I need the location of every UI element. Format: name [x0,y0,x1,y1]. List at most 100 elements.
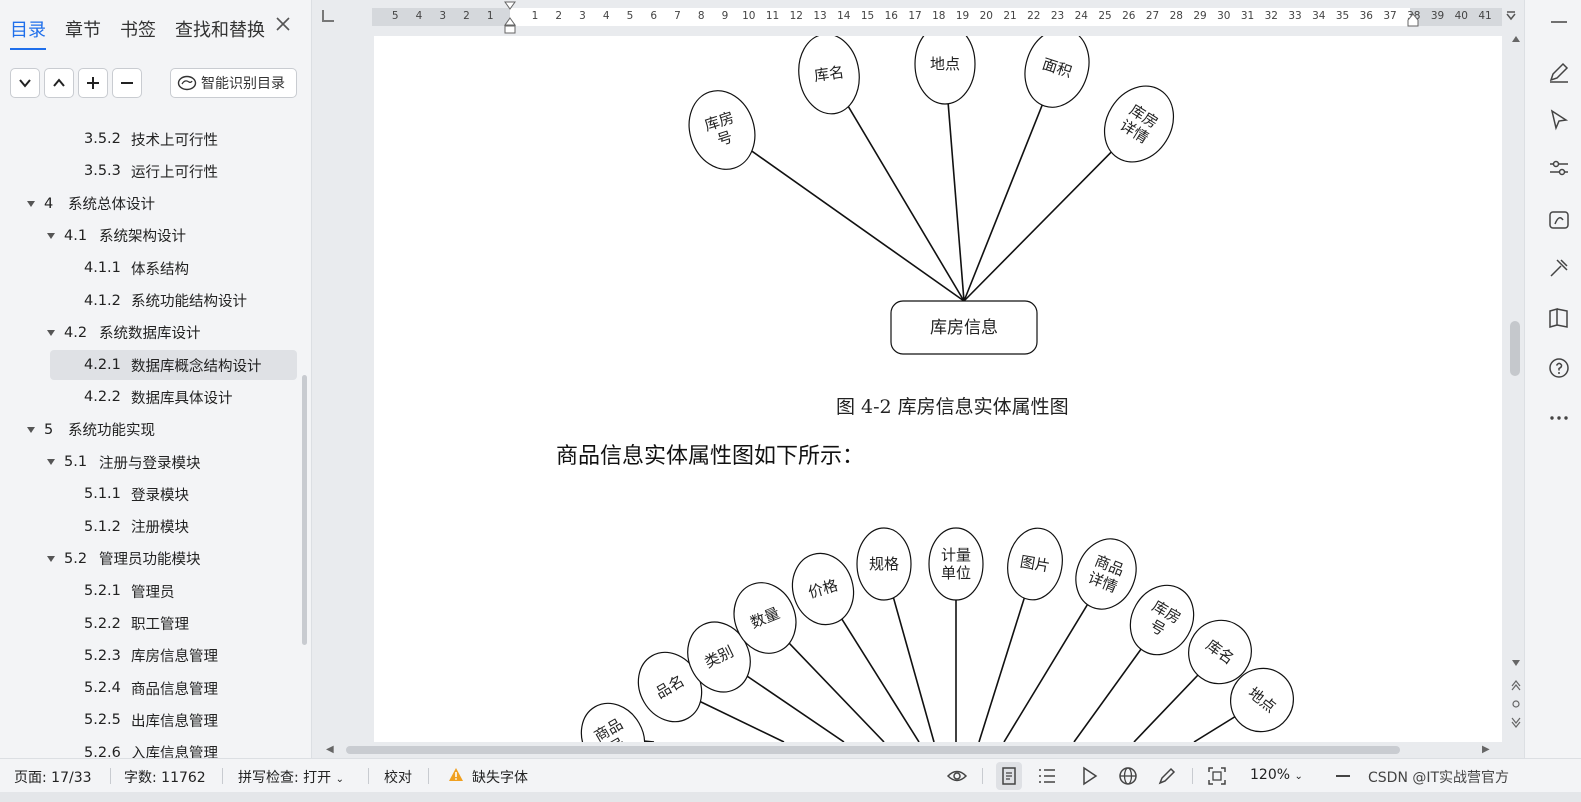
book-read-icon[interactable] [1547,306,1571,330]
toc-item[interactable]: 5.2 管理员功能模块 [0,544,300,574]
ruler-number: 14 [837,10,851,22]
smart-toc-button[interactable]: 智能识别目录 [170,68,297,98]
ruler-number: 11 [765,10,780,22]
close-icon[interactable] [272,16,294,38]
relation-line [828,73,965,302]
expand-arrow-icon[interactable] [26,199,36,209]
ruler-number: 29 [1193,10,1207,22]
proofread-button[interactable]: 校对 [384,767,412,787]
minimize-icon[interactable] [1547,10,1571,34]
tab-bookmarks[interactable]: 书签 [120,16,156,42]
toc-item[interactable]: 5.1.1 登录模块 [0,479,300,509]
scroll-right-icon[interactable]: ▶ [1482,744,1490,755]
toc-item[interactable]: 4.1 系统架构设计 [0,221,300,251]
adjust-sliders-icon[interactable] [1547,156,1571,180]
document-page[interactable]: 库房号库名 地点 面积 库房 详情 库房信息 图 4-2 库房信息实体属性图 商品信息实体… [374,36,1502,742]
toc-item[interactable]: 5.1 注册与登录模块 [0,447,300,477]
horizontal-ruler[interactable]: 5 4 3 2 1 1 2 3 4 5 6 7 8 9 10 11 12 13 14 15 16 17 18 19 20 21 22… [372,8,1502,26]
attribute-label: 计量 [941,546,971,564]
tab-find-replace[interactable]: 查找和替换 [175,16,265,42]
horizontal-scrollbar[interactable]: ◀ ▶ [312,742,1524,758]
toc-item[interactable]: 3.5.3 运行上可行性 [0,156,300,186]
tools-icon[interactable] [1547,256,1571,280]
ruler-number: 21 [1003,10,1017,22]
pen-icon[interactable] [1547,60,1571,84]
toc-item[interactable]: 4.2 系统数据库设计 [0,318,300,348]
toc-item[interactable]: 5.2.4 商品信息管理 [0,673,300,703]
expand-arrow-icon[interactable] [46,231,56,241]
expand-arrow-icon[interactable] [26,425,36,435]
toc-item[interactable]: 4.2.1 数据库概念结构设计 [50,350,297,381]
toc-item[interactable]: 4 系统总体设计 [0,189,300,219]
toc-item[interactable]: 4.1.1 体系结构 [0,253,300,283]
indent-marker-icon[interactable] [502,0,518,36]
ruler-toggle-icon[interactable] [1504,10,1518,24]
zoom-value: 120% [1250,767,1291,783]
chevron-up-icon [53,78,65,87]
attribute-ellipse: 地点 [914,36,976,105]
toc-item-label: 登录模块 [131,487,189,504]
select-pointer-icon[interactable] [1547,108,1571,132]
zoom-out-icon[interactable] [1332,765,1354,787]
ruler-bar: 5 4 3 2 1 1 2 3 4 5 6 7 8 9 10 11 12 13 14 15 16 17 18 19 20 21 22… [312,0,1524,36]
spell-check-toggle[interactable]: 拼写检查: 打开 ⌄ [238,767,344,787]
toc-item[interactable]: 5.2.5 出库信息管理 [0,705,300,735]
tab-stop-selector[interactable] [322,10,334,22]
more-icon[interactable] [1547,406,1571,430]
tab-sections[interactable]: 章节 [65,16,101,42]
scroll-left-icon[interactable]: ◀ [326,744,334,755]
ruler-number: 4 [602,10,610,22]
toc-item[interactable]: 5.2.2 职工管理 [0,609,300,639]
expand-arrow-icon[interactable] [46,457,56,467]
right-indent-marker-icon[interactable] [1406,12,1420,28]
style-icon[interactable] [1547,208,1571,232]
document-area[interactable]: 库房号库名 地点 面积 库房 详情 库房信息 图 4-2 库房信息实体属性图 商品信息实体… [312,36,1524,742]
taskbar-strip [0,792,1581,802]
web-view-icon[interactable] [1117,765,1139,787]
nav-tabs: 目录 章节 书签 查找和替换 [0,0,312,60]
outline-view-icon[interactable] [1036,765,1058,787]
toc-item[interactable]: 5.1.2 注册模块 [0,512,300,542]
play-icon[interactable] [1078,765,1100,787]
toc-item-label: 商品信息管理 [131,681,218,698]
toc-item-number: 4.1.1 [84,260,121,277]
attribute-label: 单位 [941,564,971,582]
toc-toolbar: 智能识别目录 [10,68,300,100]
collapse-down-button[interactable] [10,68,40,98]
expand-arrow-icon[interactable] [46,328,56,338]
tab-toc[interactable]: 目录 [10,16,46,50]
toc-item[interactable]: 5 系统功能实现 [0,415,300,445]
toc-item-label: 系统数据库设计 [99,326,201,343]
missing-font-button[interactable]: 缺失字体 [472,767,528,787]
toc-item[interactable]: 4.1.2 系统功能结构设计 [0,286,300,316]
toc-item[interactable]: 5.2.3 库房信息管理 [0,641,300,671]
toc-item[interactable]: 3.5.2 技术上可行性 [0,124,300,154]
pen-edit-icon[interactable] [1156,765,1178,787]
toc-item-label: 注册模块 [131,520,189,537]
word-count[interactable]: 字数: 11762 [124,767,206,787]
horizontal-scroll-thumb[interactable] [346,746,1400,754]
collapse-up-button[interactable] [44,68,74,98]
entity-box: 库房信息 [890,300,1038,355]
vertical-scroll-thumb[interactable] [1510,321,1520,376]
add-heading-button[interactable] [78,68,108,98]
vertical-scrollbar[interactable] [1508,36,1524,742]
ruler-number: 34 [1312,10,1326,22]
toc-item-number: 3.5.3 [84,163,121,180]
page-view-icon[interactable] [998,765,1020,787]
toc-item[interactable]: 4.2.2 数据库具体设计 [0,382,300,412]
toc-scrollbar[interactable] [302,375,307,645]
fit-page-icon[interactable] [1206,765,1228,787]
toc-item-number: 5.1.2 [84,518,121,535]
help-icon[interactable] [1547,356,1571,380]
expand-arrow-icon[interactable] [46,554,56,564]
page-indicator[interactable]: 页面: 17/33 [14,767,92,787]
eye-protection-icon[interactable] [946,765,968,787]
ruler-number: 30 [1217,10,1231,22]
zoom-level[interactable]: 120% ⌄ [1250,767,1303,783]
toc-item[interactable]: 5.2.1 管理员 [0,576,300,606]
toc-item[interactable]: 5.2.6 入库信息管理 [0,738,300,760]
attribute-ellipse: 库房号 [688,90,756,170]
remove-heading-button[interactable] [112,68,142,98]
toc-item-number: 5.1 [64,454,88,470]
